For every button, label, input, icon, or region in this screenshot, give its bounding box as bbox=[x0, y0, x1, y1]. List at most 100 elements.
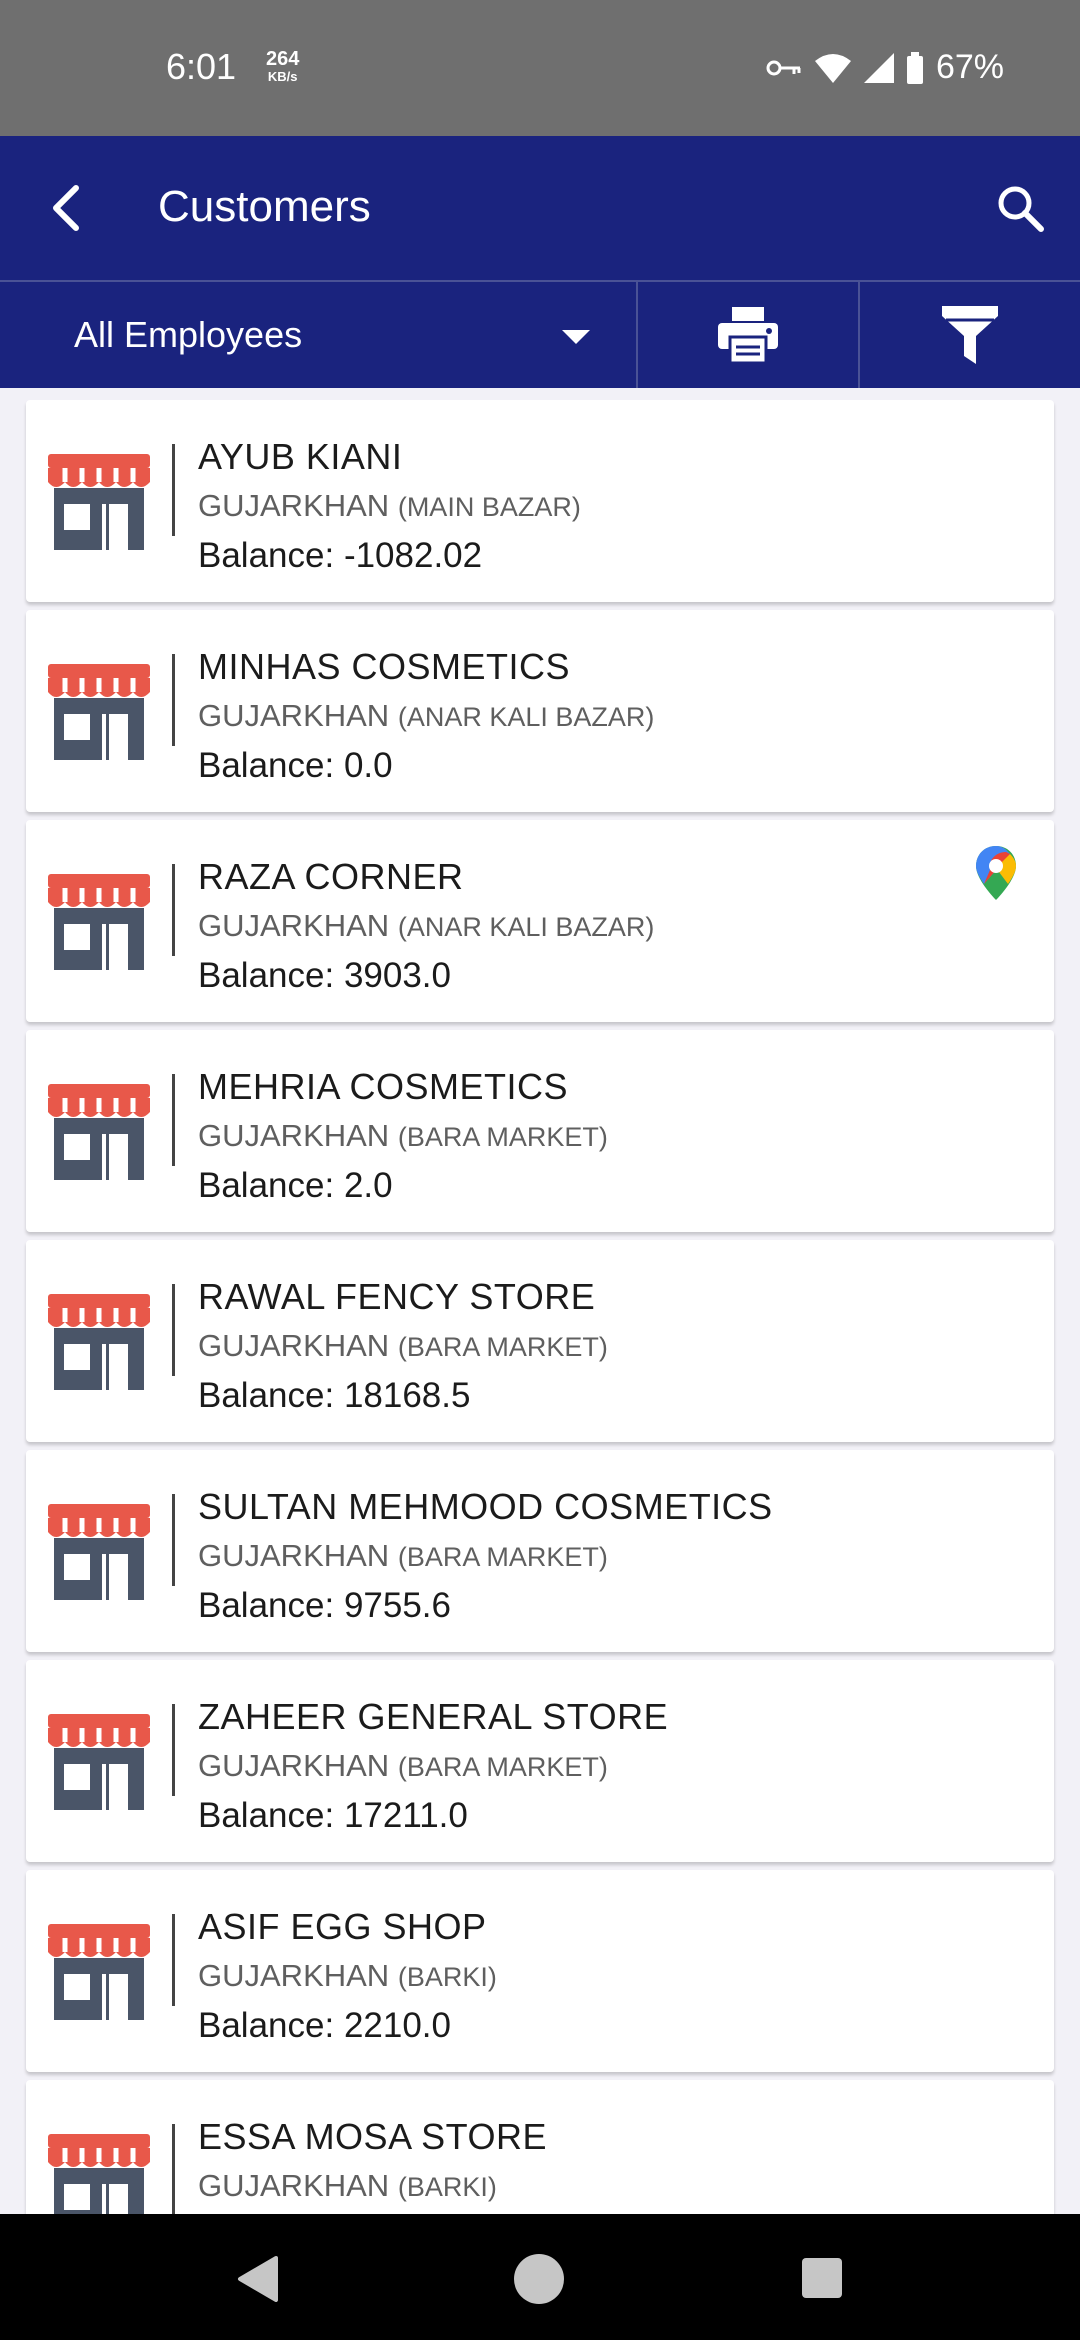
customer-location: GUJARKHAN (MAIN BAZAR) bbox=[198, 488, 581, 524]
customer-name: MINHAS COSMETICS bbox=[198, 646, 571, 687]
balance-value: 0.0 bbox=[343, 746, 393, 785]
battery-percent: 67% bbox=[935, 48, 1004, 86]
system-nav-bar bbox=[0, 2214, 1080, 2340]
shop-icon bbox=[48, 1504, 150, 1600]
card-divider bbox=[172, 1704, 175, 1796]
customer-location: GUJARKHAN (ANAR KALI BAZAR) bbox=[198, 908, 654, 944]
card-divider bbox=[172, 1494, 175, 1586]
customer-area: (BARKI) bbox=[397, 1962, 497, 1992]
card-divider bbox=[172, 864, 175, 956]
back-button[interactable] bbox=[34, 176, 98, 240]
balance-label: Balance: bbox=[198, 536, 344, 575]
customer-name: ASIF EGG SHOP bbox=[198, 1906, 487, 1947]
customer-area: (ANAR KALI BAZAR) bbox=[397, 912, 655, 942]
shop-icon bbox=[48, 1924, 150, 2020]
battery-icon bbox=[906, 51, 923, 84]
shop-icon bbox=[48, 1294, 150, 1390]
customer-city: GUJARKHAN bbox=[198, 1118, 390, 1153]
customer-card[interactable]: ZAHEER GENERAL STORE GUJARKHAN (BARA MARK… bbox=[26, 1660, 1054, 1862]
chevron-down-icon bbox=[562, 330, 590, 344]
customer-location: GUJARKHAN (BARKI) bbox=[198, 2168, 497, 2204]
customer-city: GUJARKHAN bbox=[198, 488, 390, 523]
customer-area: (BARA MARKET) bbox=[397, 1332, 608, 1362]
nav-back-icon[interactable] bbox=[236, 2256, 278, 2302]
customer-balance: Balance: 17211.0 bbox=[198, 1796, 468, 1836]
shop-icon bbox=[48, 1714, 150, 1810]
map-pin-icon[interactable] bbox=[976, 846, 1016, 900]
nav-home-icon[interactable] bbox=[514, 2254, 564, 2304]
customer-balance: Balance: 0.0 bbox=[198, 746, 393, 786]
network-speed: 264 KB/s bbox=[266, 49, 299, 86]
balance-label: Balance: bbox=[198, 1586, 344, 1625]
card-divider bbox=[172, 1074, 175, 1166]
customer-location: GUJARKHAN (BARA MARKET) bbox=[198, 1118, 608, 1154]
customer-card[interactable]: SULTAN MEHMOOD COSMETICS GUJARKHAN (BARA … bbox=[26, 1450, 1054, 1652]
customer-location: GUJARKHAN (BARA MARKET) bbox=[198, 1538, 608, 1574]
network-speed-unit: KB/s bbox=[267, 69, 298, 84]
card-divider bbox=[172, 1914, 175, 2006]
search-icon bbox=[998, 186, 1044, 232]
customer-city: GUJARKHAN bbox=[198, 1538, 390, 1573]
customer-area: (MAIN BAZAR) bbox=[397, 492, 581, 522]
customer-list[interactable]: AYUB KIANI GUJARKHAN (MAIN BAZAR) Balance:… bbox=[0, 388, 1080, 2214]
balance-label: Balance: bbox=[198, 956, 344, 995]
back-arrow-icon bbox=[53, 185, 79, 231]
shop-icon bbox=[48, 454, 150, 550]
balance-label: Balance: bbox=[198, 746, 344, 785]
customer-location: GUJARKHAN (ANAR KALI BAZAR) bbox=[198, 698, 654, 734]
cell-signal-icon bbox=[863, 52, 894, 83]
page-title: Customers bbox=[158, 182, 371, 231]
balance-value: -1082.02 bbox=[343, 536, 483, 575]
shop-icon bbox=[48, 874, 150, 970]
customer-card[interactable]: RAZA CORNER GUJARKHAN (ANAR KALI BAZAR) Ba… bbox=[26, 820, 1054, 1022]
print-button[interactable] bbox=[638, 282, 860, 388]
balance-label: Balance: bbox=[198, 1376, 344, 1415]
customer-name: AYUB KIANI bbox=[198, 436, 403, 477]
nav-recents-icon[interactable] bbox=[802, 2258, 842, 2298]
customer-card[interactable]: MINHAS COSMETICS GUJARKHAN (ANAR KALI BAZ… bbox=[26, 610, 1054, 812]
customer-name: ZAHEER GENERAL STORE bbox=[198, 1696, 669, 1737]
customer-balance: Balance: 2.0 bbox=[198, 1166, 393, 1206]
vpn-key-icon bbox=[766, 60, 801, 75]
customer-city: GUJARKHAN bbox=[198, 1958, 390, 1993]
customer-area: (ANAR KALI BAZAR) bbox=[397, 702, 655, 732]
employee-dropdown-value: All Employees bbox=[74, 314, 303, 355]
customer-name: MEHRIA COSMETICS bbox=[198, 1066, 569, 1107]
employee-dropdown[interactable]: All Employees bbox=[0, 282, 638, 388]
customer-city: GUJARKHAN bbox=[198, 2168, 390, 2203]
customer-area: (BARA MARKET) bbox=[397, 1542, 608, 1572]
balance-value: 17211.0 bbox=[343, 1796, 468, 1835]
customer-area: (BARA MARKET) bbox=[397, 1122, 608, 1152]
status-icons: 67% bbox=[766, 48, 1004, 87]
customer-balance: Balance: 3903.0 bbox=[198, 956, 451, 996]
card-divider bbox=[172, 444, 175, 536]
customer-city: GUJARKHAN bbox=[198, 698, 390, 733]
search-button[interactable] bbox=[988, 176, 1052, 240]
shop-icon bbox=[48, 664, 150, 760]
shop-icon bbox=[48, 1084, 150, 1180]
filter-bar: All Employees bbox=[0, 280, 1080, 388]
customer-card[interactable]: RAWAL FENCY STORE GUJARKHAN (BARA MARKET)… bbox=[26, 1240, 1054, 1442]
card-divider bbox=[172, 2124, 175, 2214]
customer-name: RAZA CORNER bbox=[198, 856, 464, 897]
customer-card[interactable]: AYUB KIANI GUJARKHAN (MAIN BAZAR) Balance:… bbox=[26, 400, 1054, 602]
customer-city: GUJARKHAN bbox=[198, 1748, 390, 1783]
card-divider bbox=[172, 1284, 175, 1376]
wifi-icon bbox=[814, 53, 851, 83]
customer-name: ESSA MOSA STORE bbox=[198, 2116, 547, 2157]
status-bar: 6:01 264 KB/s 67% bbox=[0, 0, 1080, 136]
customer-name: SULTAN MEHMOOD COSMETICS bbox=[198, 1486, 773, 1527]
balance-value: 2.0 bbox=[343, 1166, 393, 1205]
customer-card[interactable]: ESSA MOSA STORE GUJARKHAN (BARKI) bbox=[26, 2080, 1054, 2214]
customer-city: GUJARKHAN bbox=[198, 908, 390, 943]
balance-value: 3903.0 bbox=[343, 956, 451, 995]
app-bar: Customers bbox=[0, 136, 1080, 280]
customer-name: RAWAL FENCY STORE bbox=[198, 1276, 596, 1317]
customer-card[interactable]: ASIF EGG SHOP GUJARKHAN (BARKI) Balance: 2… bbox=[26, 1870, 1054, 2072]
customer-area: (BARA MARKET) bbox=[397, 1752, 608, 1782]
customer-location: GUJARKHAN (BARKI) bbox=[198, 1958, 497, 1994]
customer-card[interactable]: MEHRIA COSMETICS GUJARKHAN (BARA MARKET) B… bbox=[26, 1030, 1054, 1232]
customer-city: GUJARKHAN bbox=[198, 1328, 390, 1363]
card-divider bbox=[172, 654, 175, 746]
filter-button[interactable] bbox=[860, 282, 1080, 388]
